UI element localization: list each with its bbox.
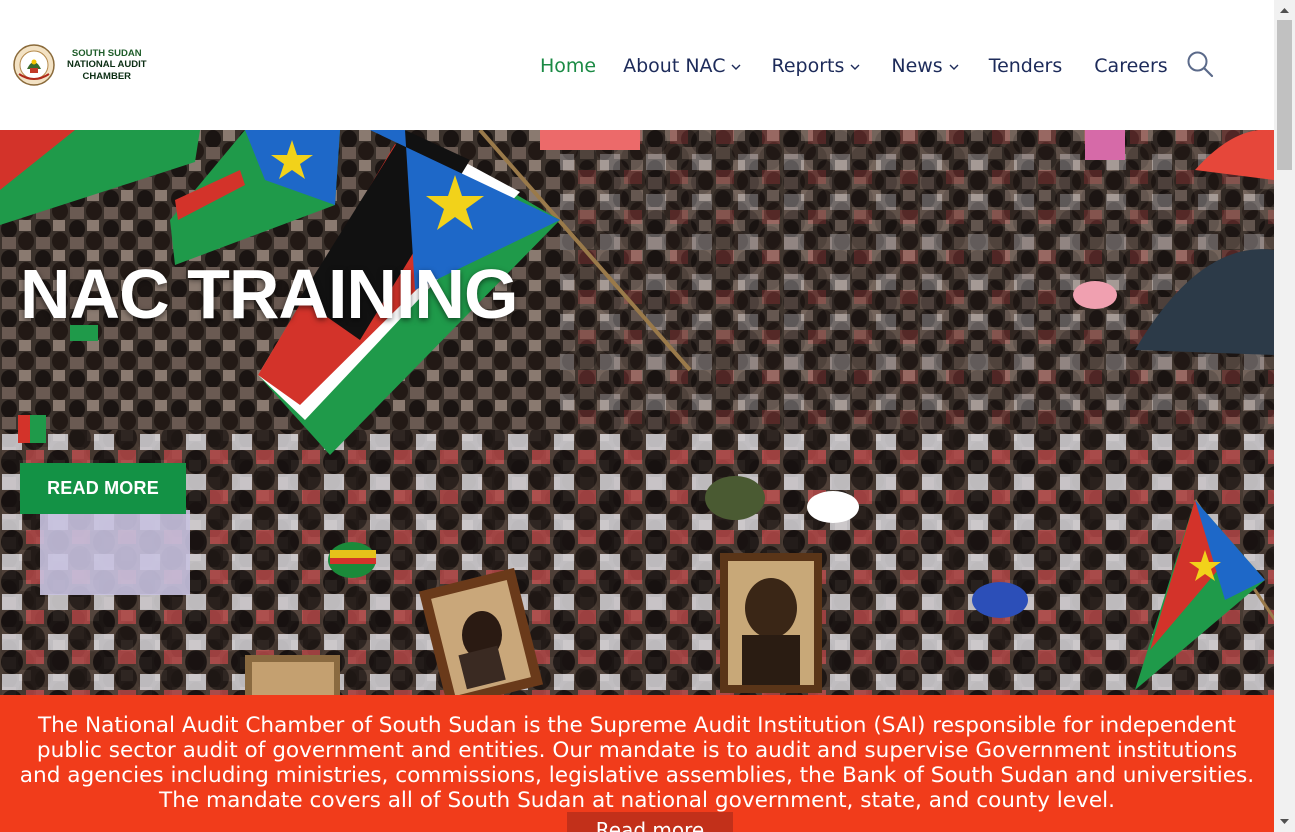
read-more-button[interactable]: READ MORE: [20, 463, 186, 514]
main-nav: Home About NAC Reports News Tenders Care…: [540, 50, 1168, 82]
nav-home-label: Home: [540, 55, 597, 77]
hero-title: NAC TRAINING: [20, 255, 518, 333]
nav-news-label: News: [891, 55, 943, 77]
nav-reports-label: Reports: [771, 55, 845, 77]
nav-home[interactable]: Home: [540, 55, 596, 77]
scroll-down-arrow-icon[interactable]: [1274, 812, 1295, 830]
nav-tenders-label: Tenders: [988, 55, 1063, 77]
logo-wordmark: SOUTH SUDAN NATIONAL AUDIT CHAMBER: [67, 48, 147, 83]
page-scrollbar[interactable]: [1274, 0, 1295, 832]
chevron-down-icon: [850, 64, 860, 70]
nav-careers-label: Careers: [1094, 55, 1168, 77]
scroll-up-arrow-icon[interactable]: [1274, 2, 1295, 20]
hero-crowd-image: [0, 130, 1274, 695]
logo-line: SOUTH SUDAN: [71, 47, 142, 59]
nav-about-nac[interactable]: About NAC: [623, 55, 741, 77]
nav-news[interactable]: News: [891, 55, 959, 77]
site-logo[interactable]: SOUTH SUDAN NATIONAL AUDIT CHAMBER: [13, 44, 147, 86]
hero-banner: NAC TRAINING READ MORE: [0, 130, 1274, 695]
nav-reports[interactable]: Reports: [771, 55, 860, 77]
mandate-read-more-button[interactable]: Read more: [567, 812, 733, 832]
seal-icon: [13, 44, 55, 86]
search-icon[interactable]: [1186, 50, 1214, 78]
mandate-section: The National Audit Chamber of South Suda…: [0, 695, 1274, 832]
chevron-down-icon: [949, 64, 959, 70]
logo-line: CHAMBER: [82, 70, 132, 82]
nav-careers[interactable]: Careers: [1094, 55, 1167, 77]
scrollbar-thumb[interactable]: [1277, 20, 1292, 170]
chevron-down-icon: [731, 64, 741, 70]
nav-about-nac-label: About NAC: [623, 55, 726, 77]
site-header: SOUTH SUDAN NATIONAL AUDIT CHAMBER Home …: [0, 0, 1274, 130]
logo-line: NATIONAL AUDIT: [67, 59, 147, 71]
nav-tenders[interactable]: Tenders: [989, 55, 1063, 77]
mandate-text: The National Audit Chamber of South Suda…: [19, 713, 1255, 813]
